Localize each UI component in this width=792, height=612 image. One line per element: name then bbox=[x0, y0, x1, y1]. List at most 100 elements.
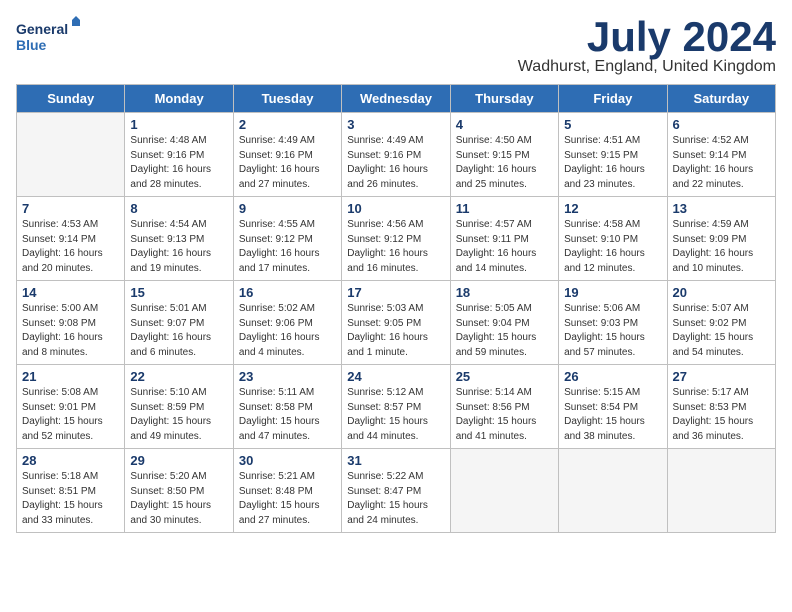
calendar-day-cell bbox=[667, 449, 775, 533]
calendar-table: SundayMondayTuesdayWednesdayThursdayFrid… bbox=[16, 84, 776, 533]
day-info: Sunrise: 4:49 AMSunset: 9:16 PMDaylight:… bbox=[239, 134, 336, 192]
day-number: 9 bbox=[239, 201, 336, 216]
day-info: Sunrise: 4:57 AMSunset: 9:11 PMDaylight:… bbox=[456, 218, 553, 276]
calendar-week-row: 1 Sunrise: 4:48 AMSunset: 9:16 PMDaylight… bbox=[17, 113, 776, 197]
calendar-day-cell: 12 Sunrise: 4:58 AMSunset: 9:10 PMDayligh… bbox=[559, 197, 667, 281]
day-info: Sunrise: 4:56 AMSunset: 9:12 PMDaylight:… bbox=[347, 218, 444, 276]
weekday-header: Thursday bbox=[450, 85, 558, 113]
day-number: 18 bbox=[456, 285, 553, 300]
day-info: Sunrise: 4:49 AMSunset: 9:16 PMDaylight:… bbox=[347, 134, 444, 192]
weekday-header: Tuesday bbox=[233, 85, 341, 113]
day-number: 8 bbox=[130, 201, 227, 216]
calendar-day-cell: 20Sunrise: 5:07 AMSunset: 9:02 PMDayligh… bbox=[667, 281, 775, 365]
logo-svg: General Blue bbox=[16, 16, 86, 56]
day-info: Sunrise: 4:53 AMSunset: 9:14 PMDaylight:… bbox=[22, 218, 119, 276]
day-number: 28 bbox=[22, 453, 119, 468]
calendar-day-cell: 9 Sunrise: 4:55 AMSunset: 9:12 PMDaylight… bbox=[233, 197, 341, 281]
weekday-header: Saturday bbox=[667, 85, 775, 113]
calendar-day-cell: 24 Sunrise: 5:12 AMSunset: 8:57 PMDayligh… bbox=[342, 365, 450, 449]
calendar-day-cell: 31Sunrise: 5:22 AMSunset: 8:47 PMDayligh… bbox=[342, 449, 450, 533]
day-info: Sunrise: 5:12 AMSunset: 8:57 PMDaylight:… bbox=[347, 386, 444, 444]
day-info: Sunrise: 5:14 AMSunset: 8:56 PMDaylight:… bbox=[456, 386, 553, 444]
calendar-day-cell: 29 Sunrise: 5:20 AMSunset: 8:50 PMDayligh… bbox=[125, 449, 233, 533]
calendar-day-cell bbox=[17, 113, 125, 197]
day-number: 2 bbox=[239, 117, 336, 132]
calendar-day-cell: 30 Sunrise: 5:21 AMSunset: 8:48 PMDayligh… bbox=[233, 449, 341, 533]
calendar-week-row: 28 Sunrise: 5:18 AMSunset: 8:51 PMDayligh… bbox=[17, 449, 776, 533]
calendar-day-cell: 16 Sunrise: 5:02 AMSunset: 9:06 PMDayligh… bbox=[233, 281, 341, 365]
day-info: Sunrise: 5:06 AMSunset: 9:03 PMDaylight:… bbox=[564, 302, 661, 360]
day-info: Sunrise: 5:01 AMSunset: 9:07 PMDaylight:… bbox=[130, 302, 227, 360]
day-number: 17 bbox=[347, 285, 444, 300]
day-info: Sunrise: 4:52 AMSunset: 9:14 PMDaylight:… bbox=[673, 134, 770, 192]
day-info: Sunrise: 5:17 AMSunset: 8:53 PMDaylight:… bbox=[673, 386, 770, 444]
day-number: 25 bbox=[456, 369, 553, 384]
calendar-day-cell: 21 Sunrise: 5:08 AMSunset: 9:01 PMDayligh… bbox=[17, 365, 125, 449]
calendar-day-cell: 4 Sunrise: 4:50 AMSunset: 9:15 PMDaylight… bbox=[450, 113, 558, 197]
day-number: 29 bbox=[130, 453, 227, 468]
day-number: 21 bbox=[22, 369, 119, 384]
calendar-day-cell: 19 Sunrise: 5:06 AMSunset: 9:03 PMDayligh… bbox=[559, 281, 667, 365]
day-number: 1 bbox=[130, 117, 227, 132]
day-number: 14 bbox=[22, 285, 119, 300]
day-number: 16 bbox=[239, 285, 336, 300]
day-number: 19 bbox=[564, 285, 661, 300]
day-info: Sunrise: 5:20 AMSunset: 8:50 PMDaylight:… bbox=[130, 470, 227, 528]
calendar-day-cell: 27 Sunrise: 5:17 AMSunset: 8:53 PMDayligh… bbox=[667, 365, 775, 449]
day-number: 3 bbox=[347, 117, 444, 132]
day-number: 30 bbox=[239, 453, 336, 468]
day-info: Sunrise: 4:48 AMSunset: 9:16 PMDaylight:… bbox=[130, 134, 227, 192]
day-info: Sunrise: 5:02 AMSunset: 9:06 PMDaylight:… bbox=[239, 302, 336, 360]
calendar-day-cell: 15 Sunrise: 5:01 AMSunset: 9:07 PMDayligh… bbox=[125, 281, 233, 365]
day-number: 15 bbox=[130, 285, 227, 300]
calendar-week-row: 21 Sunrise: 5:08 AMSunset: 9:01 PMDayligh… bbox=[17, 365, 776, 449]
location-subtitle: Wadhurst, England, United Kingdom bbox=[518, 58, 776, 76]
calendar-day-cell: 8 Sunrise: 4:54 AMSunset: 9:13 PMDaylight… bbox=[125, 197, 233, 281]
day-info: Sunrise: 5:11 AMSunset: 8:58 PMDaylight:… bbox=[239, 386, 336, 444]
day-info: Sunrise: 5:07 AMSunset: 9:02 PMDaylight:… bbox=[673, 302, 770, 360]
day-number: 12 bbox=[564, 201, 661, 216]
day-info: Sunrise: 4:58 AMSunset: 9:10 PMDaylight:… bbox=[564, 218, 661, 276]
day-info: Sunrise: 5:10 AMSunset: 8:59 PMDaylight:… bbox=[130, 386, 227, 444]
weekday-header-row: SundayMondayTuesdayWednesdayThursdayFrid… bbox=[17, 85, 776, 113]
day-number: 4 bbox=[456, 117, 553, 132]
day-number: 27 bbox=[673, 369, 770, 384]
day-info: Sunrise: 5:21 AMSunset: 8:48 PMDaylight:… bbox=[239, 470, 336, 528]
calendar-day-cell: 22Sunrise: 5:10 AMSunset: 8:59 PMDayligh… bbox=[125, 365, 233, 449]
day-info: Sunrise: 4:55 AMSunset: 9:12 PMDaylight:… bbox=[239, 218, 336, 276]
calendar-day-cell: 2 Sunrise: 4:49 AMSunset: 9:16 PMDaylight… bbox=[233, 113, 341, 197]
day-number: 13 bbox=[673, 201, 770, 216]
day-number: 6 bbox=[673, 117, 770, 132]
day-number: 23 bbox=[239, 369, 336, 384]
day-number: 24 bbox=[347, 369, 444, 384]
calendar-day-cell: 17 Sunrise: 5:03 AMSunset: 9:05 PMDayligh… bbox=[342, 281, 450, 365]
calendar-day-cell: 23 Sunrise: 5:11 AMSunset: 8:58 PMDayligh… bbox=[233, 365, 341, 449]
day-info: Sunrise: 4:50 AMSunset: 9:15 PMDaylight:… bbox=[456, 134, 553, 192]
svg-text:General: General bbox=[16, 21, 68, 37]
day-info: Sunrise: 5:08 AMSunset: 9:01 PMDaylight:… bbox=[22, 386, 119, 444]
calendar-week-row: 7 Sunrise: 4:53 AMSunset: 9:14 PMDaylight… bbox=[17, 197, 776, 281]
day-info: Sunrise: 5:15 AMSunset: 8:54 PMDaylight:… bbox=[564, 386, 661, 444]
day-info: Sunrise: 5:22 AMSunset: 8:47 PMDaylight:… bbox=[347, 470, 444, 528]
calendar-day-cell: 1 Sunrise: 4:48 AMSunset: 9:16 PMDaylight… bbox=[125, 113, 233, 197]
calendar-day-cell: 28 Sunrise: 5:18 AMSunset: 8:51 PMDayligh… bbox=[17, 449, 125, 533]
weekday-header: Wednesday bbox=[342, 85, 450, 113]
day-number: 7 bbox=[22, 201, 119, 216]
title-area: July 2024 Wadhurst, England, United King… bbox=[518, 16, 776, 76]
svg-text:Blue: Blue bbox=[16, 37, 47, 53]
calendar-day-cell: 6 Sunrise: 4:52 AMSunset: 9:14 PMDaylight… bbox=[667, 113, 775, 197]
calendar-day-cell bbox=[559, 449, 667, 533]
day-info: Sunrise: 4:51 AMSunset: 9:15 PMDaylight:… bbox=[564, 134, 661, 192]
calendar-day-cell: 13Sunrise: 4:59 AMSunset: 9:09 PMDayligh… bbox=[667, 197, 775, 281]
calendar-day-cell: 7 Sunrise: 4:53 AMSunset: 9:14 PMDaylight… bbox=[17, 197, 125, 281]
day-info: Sunrise: 5:18 AMSunset: 8:51 PMDaylight:… bbox=[22, 470, 119, 528]
day-info: Sunrise: 4:54 AMSunset: 9:13 PMDaylight:… bbox=[130, 218, 227, 276]
calendar-day-cell bbox=[450, 449, 558, 533]
day-info: Sunrise: 5:03 AMSunset: 9:05 PMDaylight:… bbox=[347, 302, 444, 360]
calendar-day-cell: 18Sunrise: 5:05 AMSunset: 9:04 PMDayligh… bbox=[450, 281, 558, 365]
weekday-header: Sunday bbox=[17, 85, 125, 113]
weekday-header: Friday bbox=[559, 85, 667, 113]
day-number: 10 bbox=[347, 201, 444, 216]
logo: General Blue bbox=[16, 16, 86, 56]
calendar-day-cell: 5Sunrise: 4:51 AMSunset: 9:15 PMDaylight… bbox=[559, 113, 667, 197]
